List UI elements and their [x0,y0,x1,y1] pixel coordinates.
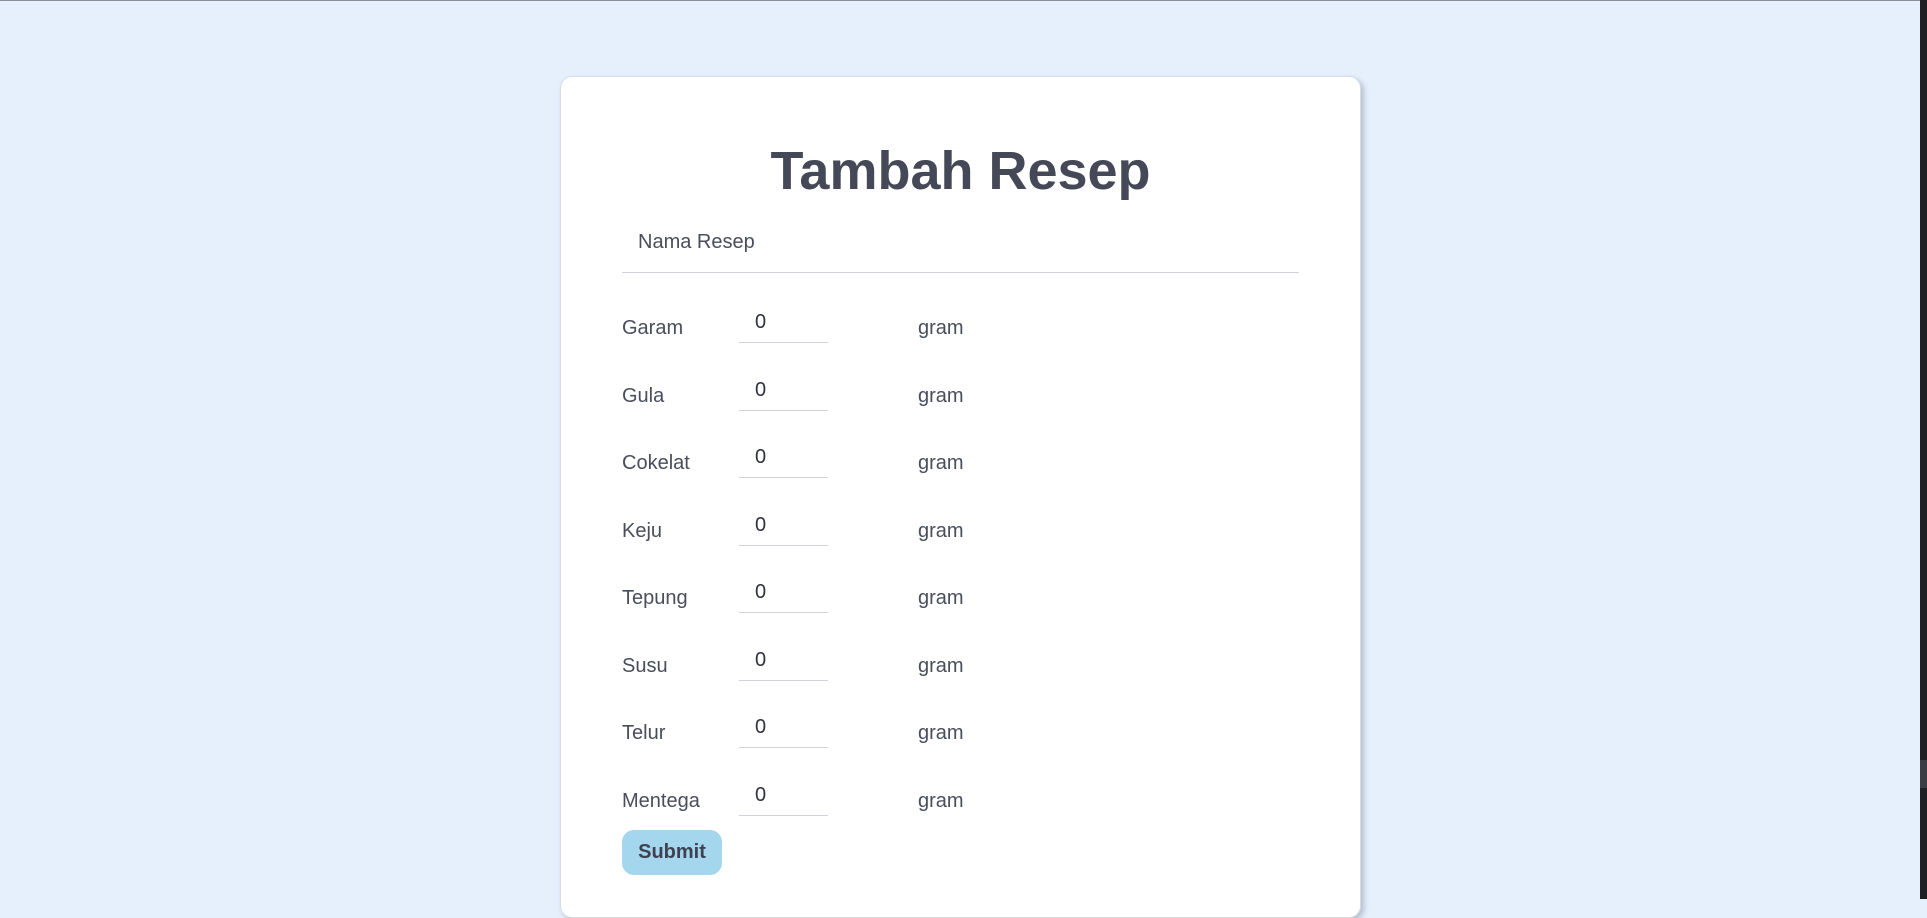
ingredient-label: Mentega [622,789,700,812]
scrollbar-track[interactable] [1920,0,1927,899]
ingredient-amount-input[interactable] [739,505,828,546]
window-top-border [0,0,1927,1]
submit-button[interactable]: Submit [622,830,722,875]
ingredient-amount-input[interactable] [739,573,828,613]
ingredient-label: Tepung [622,587,688,609]
unit-label: gram [918,587,964,609]
unit-label: gram [918,384,964,407]
page-title: Tambah Resep [770,141,1151,201]
ingredient-label: Susu [622,654,668,677]
ingredient-label: Keju [622,519,663,542]
ingredient-amount-input[interactable] [739,708,828,748]
unit-label: gram [918,317,964,339]
ingredient-amount-input[interactable] [739,370,828,411]
ingredient-amount-input[interactable] [739,775,828,816]
unit-label: gram [918,722,964,744]
unit-label: gram [918,452,964,474]
recipe-form-card: Tambah Resep Garam gram Gula gram Cokela… [560,76,1361,918]
ingredient-label: Garam [622,317,684,339]
unit-label: gram [918,789,964,812]
unit-label: gram [918,519,964,542]
ingredient-label: Telur [622,722,666,744]
ingredient-amount-input[interactable] [739,303,828,343]
scrollbar-thumb[interactable] [1920,760,1927,788]
ingredient-label: Cokelat [622,452,690,474]
recipe-name-input[interactable] [622,213,1299,273]
ingredient-amount-input[interactable] [739,438,828,478]
unit-label: gram [918,654,964,677]
ingredient-label: Gula [622,384,665,407]
ingredient-amount-input[interactable] [739,640,828,681]
